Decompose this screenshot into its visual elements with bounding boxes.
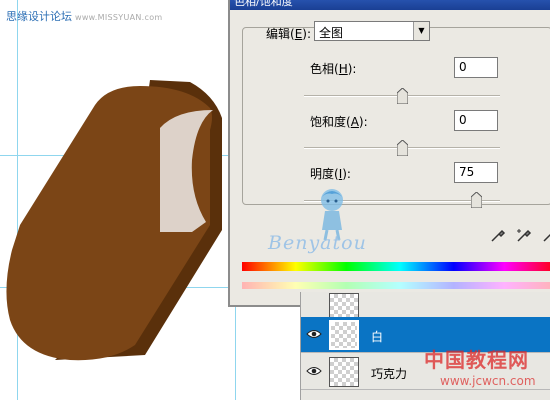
layer-name: 白: [371, 330, 384, 344]
saturation-label-text: 饱和度: [310, 115, 347, 129]
eyedropper-minus-icon[interactable]: [542, 227, 550, 243]
saturation-slider-thumb[interactable]: [397, 140, 408, 156]
eye-icon[interactable]: [306, 365, 322, 377]
lightness-key: I: [338, 167, 343, 181]
lightness-slider-thumb[interactable]: [470, 192, 482, 208]
chevron-down-icon[interactable]: ▼: [413, 22, 429, 40]
eyedropper-icon[interactable]: [490, 227, 506, 243]
lightness-input[interactable]: 75: [454, 162, 498, 183]
hue-label: 色相(H):: [310, 62, 357, 76]
layer-thumbnail[interactable]: [329, 357, 359, 387]
dialog-titlebar[interactable]: 色相/饱和度: [230, 0, 550, 10]
saturation-label: 饱和度(A):: [310, 115, 368, 129]
edit-dropdown-value: 全图: [319, 26, 344, 40]
lightness-label-text: 明度: [310, 167, 335, 181]
edit-key: E: [294, 27, 303, 41]
hue-label-text: 色相: [310, 62, 335, 76]
edit-label-text: 编辑: [266, 27, 291, 41]
eye-icon[interactable]: [306, 328, 322, 340]
edit-dropdown[interactable]: 全图 ▼: [314, 21, 430, 41]
layer-name: 巧克力: [371, 367, 408, 381]
watermark-bottom: 中国教程网: [424, 348, 529, 372]
hue-saturation-dialog: 色相/饱和度 编辑(E): 全图 ▼ 色相(H): 0 饱和度(A): 0 明度…: [228, 0, 550, 307]
hue-slider-thumb[interactable]: [397, 88, 408, 104]
adjusted-spectrum-bar: [242, 282, 550, 289]
layer-thumbnail[interactable]: [329, 320, 359, 350]
logo-text: Benyatou: [268, 232, 367, 254]
edit-label: 编辑(E):: [266, 27, 312, 41]
hue-spectrum-bar: [242, 262, 550, 271]
hue-key: H: [338, 62, 348, 76]
adjustment-group: [242, 27, 550, 205]
eyedropper-plus-icon[interactable]: [516, 227, 532, 243]
saturation-input[interactable]: 0: [454, 110, 498, 131]
hue-input[interactable]: 0: [454, 57, 498, 78]
lightness-label: 明度(I):: [310, 167, 351, 181]
watermark-bottom-url: www.jcwcn.com: [440, 374, 536, 388]
saturation-key: A: [350, 115, 359, 129]
